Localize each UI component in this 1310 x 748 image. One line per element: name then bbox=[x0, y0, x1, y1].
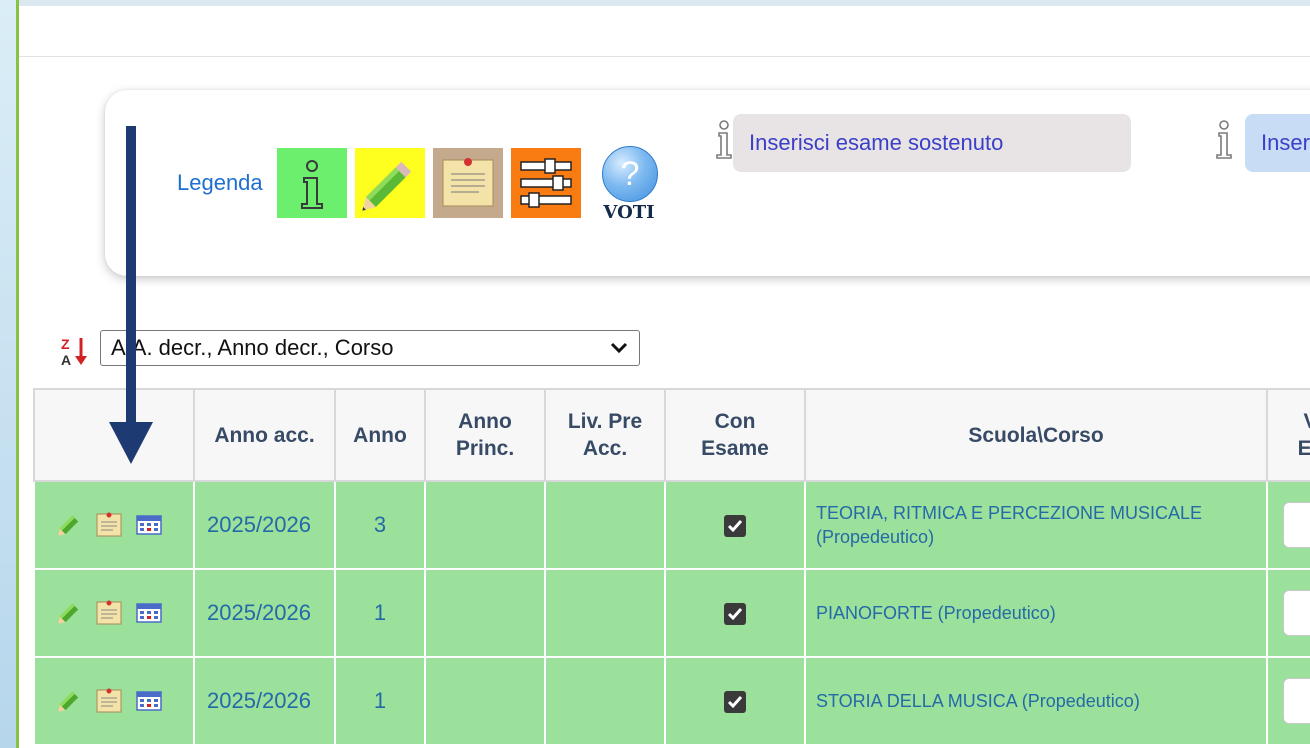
note-icon[interactable] bbox=[94, 598, 124, 628]
cell-scuola-corso: TEORIA, RITMICA E PERCEZIONE MUSICALE (P… bbox=[804, 480, 1268, 570]
con-esame-checkbox[interactable] bbox=[724, 691, 746, 714]
header-voto-line2: Es bbox=[1297, 437, 1310, 460]
legend-label: Legenda bbox=[177, 170, 263, 195]
header-voto-line1: V bbox=[1303, 410, 1310, 433]
cell-con-esame bbox=[664, 480, 806, 570]
arrow-down-annotation bbox=[109, 126, 153, 464]
header-anno-princ: Anno Princ. bbox=[424, 388, 546, 482]
course-name: TEORIA, RITMICA E PERCEZIONE MUSICALE bbox=[816, 503, 1203, 523]
chevron-down-icon bbox=[610, 342, 628, 354]
pencil-icon[interactable] bbox=[54, 686, 84, 716]
header-liv-pre-line2: Acc. bbox=[582, 437, 628, 460]
info-icon bbox=[277, 148, 347, 218]
sort-select-value: A.A. decr., Anno decr., Corso bbox=[111, 335, 394, 360]
sliders-icon bbox=[511, 148, 581, 218]
cell-anno: 3 bbox=[334, 480, 426, 570]
note-icon[interactable] bbox=[94, 510, 124, 540]
calendar-icon[interactable] bbox=[134, 510, 164, 540]
background-left bbox=[0, 0, 16, 748]
cell-liv-pre bbox=[544, 568, 666, 658]
cell-anno-acc: 2025/2026 bbox=[193, 656, 336, 746]
cell-anno-princ bbox=[424, 480, 546, 570]
cell-scuola-corso: PIANOFORTE (Propedeutico) bbox=[804, 568, 1268, 658]
hint-inserisci-esame: Inserisci esame sostenuto bbox=[733, 114, 1131, 172]
table-header-row: Anno acc. Anno Anno Princ. Liv. Pre Acc.… bbox=[33, 388, 1310, 482]
calendar-icon[interactable] bbox=[134, 598, 164, 628]
note-icon[interactable] bbox=[94, 686, 124, 716]
row-actions bbox=[33, 568, 195, 658]
table-row: 2025/2026 1 PIANOFORTE (Propedeutico) bbox=[33, 568, 1310, 658]
cell-anno: 1 bbox=[334, 656, 426, 746]
voti-help-button[interactable]: ? VOTI bbox=[599, 146, 663, 226]
svg-text:Z: Z bbox=[61, 336, 70, 352]
cell-anno-princ bbox=[424, 568, 546, 658]
cell-voto bbox=[1266, 568, 1310, 658]
header-anno-princ-line1: Anno bbox=[458, 410, 512, 433]
header-anno-princ-line2: Princ. bbox=[455, 437, 515, 460]
header-liv-pre-line1: Liv. Pre bbox=[567, 410, 643, 433]
con-esame-checkbox[interactable] bbox=[724, 603, 746, 626]
voto-input[interactable] bbox=[1283, 590, 1310, 636]
cell-con-esame bbox=[664, 568, 806, 658]
top-bar bbox=[19, 0, 1310, 57]
con-esame-checkbox[interactable] bbox=[724, 515, 746, 538]
course-name: PIANOFORTE (Propedeutico) bbox=[816, 603, 1056, 623]
cell-con-esame bbox=[664, 656, 806, 746]
header-voto-esame: V Es bbox=[1266, 388, 1310, 482]
voto-input[interactable] bbox=[1283, 502, 1310, 548]
cell-anno: 1 bbox=[334, 568, 426, 658]
pencil-icon[interactable] bbox=[54, 510, 84, 540]
info-outline-icon bbox=[1216, 120, 1232, 159]
header-con-esame-line1: Con bbox=[714, 410, 756, 433]
courses-table-wrapper: Anno acc. Anno Anno Princ. Liv. Pre Acc.… bbox=[33, 388, 1310, 746]
hint-inserisci-2: Inser bbox=[1245, 114, 1310, 172]
cell-voto bbox=[1266, 656, 1310, 746]
cell-voto bbox=[1266, 480, 1310, 570]
header-con-esame-line2: Esame bbox=[701, 437, 769, 460]
course-name: STORIA DELLA MUSICA (Propedeutico) bbox=[816, 691, 1140, 711]
note-icon bbox=[433, 148, 503, 218]
header-anno: Anno bbox=[334, 388, 426, 482]
course-type: (Propedeutico) bbox=[816, 527, 935, 547]
voto-input[interactable] bbox=[1283, 678, 1310, 724]
help-icon: ? bbox=[602, 146, 658, 202]
info-outline-icon bbox=[716, 120, 732, 159]
svg-text:A: A bbox=[61, 352, 71, 368]
cell-anno-acc: 2025/2026 bbox=[193, 568, 336, 658]
header-liv-pre-acc: Liv. Pre Acc. bbox=[544, 388, 666, 482]
header-con-esame: Con Esame bbox=[664, 388, 806, 482]
cell-anno-princ bbox=[424, 656, 546, 746]
courses-table: Anno acc. Anno Anno Princ. Liv. Pre Acc.… bbox=[33, 388, 1310, 746]
header-scuola-corso: Scuola\Corso bbox=[804, 388, 1268, 482]
table-row: 2025/2026 3 TEORIA, RITMICA E PERCEZIONE… bbox=[33, 480, 1310, 570]
row-actions bbox=[33, 480, 195, 570]
calendar-icon[interactable] bbox=[134, 686, 164, 716]
cell-liv-pre bbox=[544, 656, 666, 746]
page: Legenda ? VOTI Inserisci esame sostenuto… bbox=[19, 0, 1310, 748]
sort-za-icon[interactable]: Z A bbox=[59, 334, 93, 368]
pencil-icon[interactable] bbox=[54, 598, 84, 628]
cell-liv-pre bbox=[544, 480, 666, 570]
header-anno-acc: Anno acc. bbox=[193, 388, 336, 482]
legend-panel: Legenda ? VOTI Inserisci esame sostenuto… bbox=[105, 90, 1310, 276]
row-actions bbox=[33, 656, 195, 746]
table-row: 2025/2026 1 STORIA DELLA MUSICA (Propede… bbox=[33, 656, 1310, 746]
cell-anno-acc: 2025/2026 bbox=[193, 480, 336, 570]
voti-label: VOTI bbox=[603, 202, 655, 223]
cell-scuola-corso: STORIA DELLA MUSICA (Propedeutico) bbox=[804, 656, 1268, 746]
sort-select[interactable]: A.A. decr., Anno decr., Corso bbox=[100, 330, 640, 366]
pencil-icon bbox=[355, 148, 425, 218]
